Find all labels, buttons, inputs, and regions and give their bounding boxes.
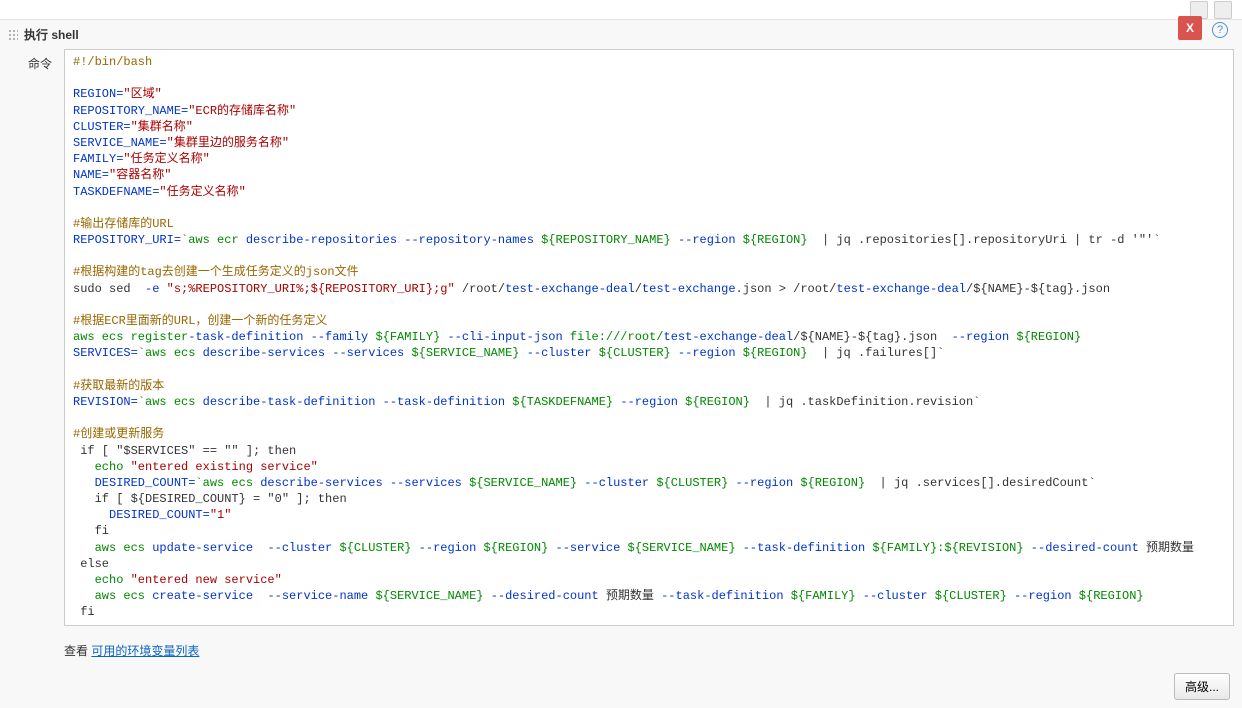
- close-button[interactable]: X: [1178, 16, 1202, 40]
- advanced-button[interactable]: 高级...: [1174, 673, 1230, 700]
- command-textarea[interactable]: #!/bin/bash REGION="区域" REPOSITORY_NAME=…: [64, 49, 1234, 626]
- footer-prefix: 查看: [64, 644, 91, 658]
- footer-row: 查看 可用的环境变量列表: [0, 636, 1242, 665]
- section-header: 执行 shell X ?: [0, 20, 1242, 49]
- top-toolbar: [0, 0, 1242, 20]
- section-title: 执行 shell: [24, 26, 79, 43]
- toolbar-button[interactable]: [1214, 1, 1232, 19]
- help-icon[interactable]: ?: [1212, 22, 1228, 38]
- command-label: 命令: [8, 49, 52, 72]
- drag-handle-icon[interactable]: [8, 29, 18, 41]
- advanced-row: 高级...: [0, 665, 1242, 708]
- body-row: 命令 #!/bin/bash REGION="区域" REPOSITORY_NA…: [0, 49, 1242, 636]
- env-vars-link[interactable]: 可用的环境变量列表: [91, 644, 199, 658]
